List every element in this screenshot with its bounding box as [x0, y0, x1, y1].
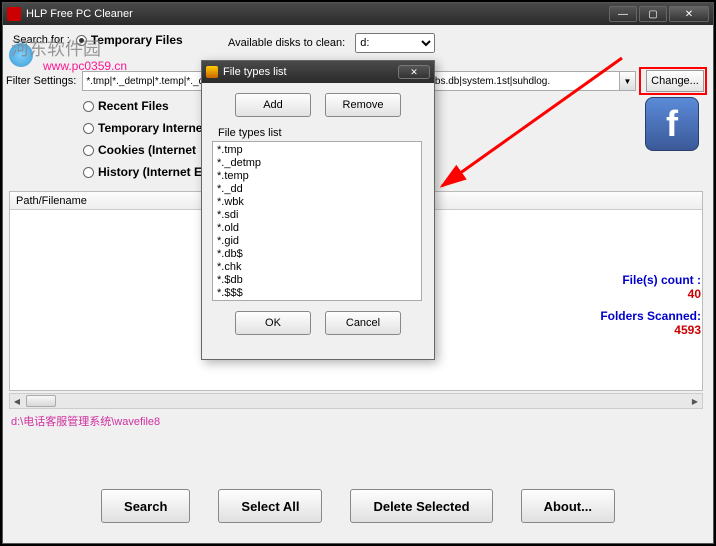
file-types-listbox[interactable]: *.tmp*._detmp*.temp*._dd*.wbk*.sdi*.old*… [212, 141, 422, 301]
folders-scanned-label: Folders Scanned: [600, 309, 701, 323]
horizontal-scrollbar[interactable]: ◀ ▶ [9, 393, 703, 409]
list-item[interactable]: *.old [217, 222, 417, 235]
scroll-left-icon[interactable]: ◀ [10, 394, 24, 408]
radio-history[interactable] [83, 167, 94, 178]
status-path: d:\电话客服管理系统\wavefile8 [11, 413, 160, 429]
files-count-value: 40 [600, 287, 701, 301]
files-count-label: File(s) count : [600, 273, 701, 287]
dialog-title: File types list [223, 66, 398, 78]
app-icon [7, 7, 21, 21]
stats: File(s) count : 40 Folders Scanned: 4593 [600, 273, 701, 337]
remove-button[interactable]: Remove [325, 93, 401, 117]
dialog-icon [206, 66, 218, 78]
radio-cookies[interactable] [83, 145, 94, 156]
filter-dropdown-icon[interactable]: ▼ [620, 71, 636, 91]
minimize-button[interactable]: — [609, 6, 637, 22]
list-item[interactable]: *.sdi [217, 209, 417, 222]
ok-button[interactable]: OK [235, 311, 311, 335]
list-item[interactable]: *._dd [217, 183, 417, 196]
search-button[interactable]: Search [101, 489, 190, 523]
folders-scanned-value: 4593 [600, 323, 701, 337]
file-types-dialog: File types list ✕ Add Remove File types … [201, 60, 435, 360]
window-title: HLP Free PC Cleaner [26, 8, 607, 20]
listbox-label: File types list [218, 127, 424, 139]
scroll-right-icon[interactable]: ▶ [688, 394, 702, 408]
radio-temporary-internet[interactable] [83, 123, 94, 134]
delete-selected-button[interactable]: Delete Selected [350, 489, 492, 523]
dialog-close-button[interactable]: ✕ [398, 65, 430, 79]
add-button[interactable]: Add [235, 93, 311, 117]
about-button[interactable]: About... [521, 489, 615, 523]
list-item[interactable]: *.tmp [217, 144, 417, 157]
scroll-thumb[interactable] [26, 395, 56, 407]
facebook-icon: f [666, 103, 678, 145]
radio-recent-files[interactable] [83, 101, 94, 112]
list-item[interactable]: *.wbk [217, 196, 417, 209]
list-item[interactable]: *.gid [217, 235, 417, 248]
list-item[interactable]: *.temp [217, 170, 417, 183]
list-item[interactable]: *.db$ [217, 248, 417, 261]
maximize-button[interactable]: ▢ [639, 6, 667, 22]
select-all-button[interactable]: Select All [218, 489, 322, 523]
facebook-button[interactable]: f [645, 97, 699, 151]
list-item[interactable]: *._detmp [217, 157, 417, 170]
close-button[interactable]: ✕ [669, 6, 709, 22]
radio-temporary-internet-label: Temporary Internet [98, 121, 206, 135]
available-disks-label: Available disks to clean: [228, 37, 345, 49]
radio-temporary-files-label: Temporary Files [91, 33, 183, 47]
filter-settings-label: Filter Settings: [6, 75, 76, 87]
dialog-titlebar: File types list ✕ [202, 61, 434, 83]
list-item[interactable]: *.$db [217, 274, 417, 287]
list-item[interactable]: *.$$$ [217, 287, 417, 300]
change-button[interactable]: Change... [646, 70, 704, 92]
list-item[interactable]: *.chk [217, 261, 417, 274]
titlebar: HLP Free PC Cleaner — ▢ ✕ [3, 3, 713, 25]
radio-recent-files-label: Recent Files [98, 99, 169, 113]
radio-history-label: History (Internet E [98, 165, 202, 179]
cancel-button[interactable]: Cancel [325, 311, 401, 335]
radio-temporary-files[interactable] [76, 35, 87, 46]
search-for-label: Search for : [13, 34, 70, 46]
radio-cookies-label: Cookies (Internet [98, 143, 196, 157]
disk-select[interactable]: d: [355, 33, 435, 53]
